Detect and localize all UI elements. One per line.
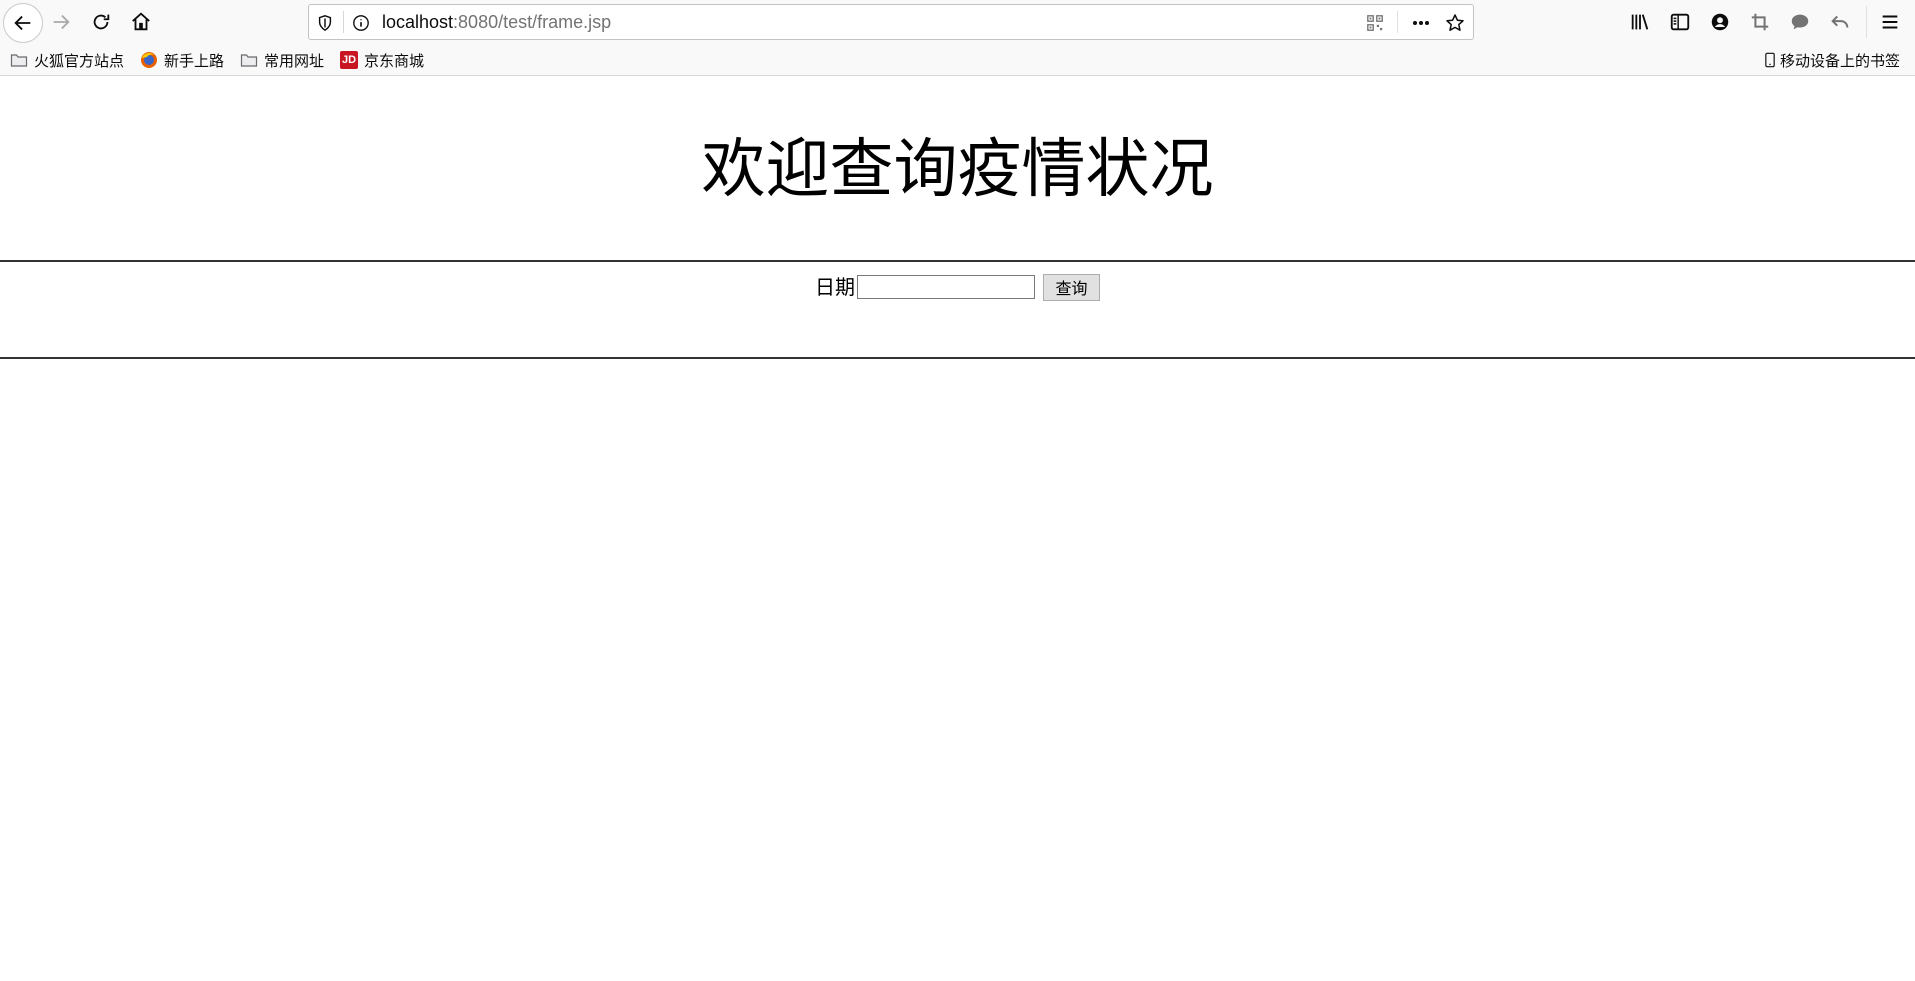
mobile-bookmarks-folder[interactable]: 移动设备上的书签 [1764, 49, 1900, 71]
hamburger-menu-icon[interactable] [1878, 10, 1902, 34]
chat-bubble-icon[interactable] [1788, 10, 1812, 34]
bookmark-label: 新手上路 [164, 52, 225, 70]
browser-toolbar: localhost:8080/test/frame.jsp [0, 0, 1915, 44]
home-icon [132, 12, 150, 31]
bookmark-item[interactable]: 火狐官方站点 [10, 49, 124, 71]
reload-button[interactable] [84, 5, 118, 39]
page-actions-more-icon[interactable] [1411, 13, 1431, 33]
mobile-device-icon [1764, 51, 1776, 69]
date-label: 日期 [815, 275, 855, 299]
url-host: localhost [382, 12, 454, 32]
url-text[interactable]: localhost:8080/test/frame.jsp [382, 12, 611, 32]
bookmarks-toolbar: 火狐官方站点 新手上路 常用网址 JD 京东商城 移动设备上的书签 [0, 44, 1915, 76]
library-icon[interactable] [1628, 10, 1652, 34]
firefox-icon [140, 51, 158, 69]
url-separator [343, 11, 344, 33]
account-icon[interactable] [1708, 10, 1732, 34]
jd-icon-text: JD [341, 54, 357, 66]
back-button[interactable] [3, 3, 43, 43]
folder-icon [10, 51, 28, 69]
url-separator [1397, 11, 1398, 33]
qr-code-icon[interactable] [1365, 13, 1385, 33]
url-bar[interactable]: localhost:8080/test/frame.jsp [308, 4, 1474, 40]
bookmark-label: 火狐官方站点 [34, 52, 125, 70]
bookmark-star-icon[interactable] [1445, 13, 1465, 33]
url-path: :8080/test/frame.jsp [453, 12, 612, 32]
home-button[interactable] [124, 5, 158, 39]
screenshot-crop-icon[interactable] [1748, 10, 1772, 34]
bookmark-item[interactable]: JD 京东商城 [340, 49, 424, 71]
undo-arrow-icon[interactable] [1828, 10, 1852, 34]
forward-button[interactable] [44, 5, 78, 39]
folder-icon [240, 51, 258, 69]
page-title: 欢迎查询疫情状况 [701, 132, 1214, 207]
site-info-icon[interactable] [351, 13, 371, 33]
bookmark-item[interactable]: 常用网址 [240, 49, 324, 71]
query-form: 日期 查询 [0, 273, 1915, 301]
bottom-divider [0, 357, 1915, 359]
tracking-shield-icon[interactable] [315, 13, 335, 33]
bookmark-label: 常用网址 [264, 52, 325, 70]
jd-icon: JD [340, 51, 358, 69]
back-arrow-icon [14, 15, 31, 31]
bookmark-item[interactable]: 新手上路 [140, 49, 224, 71]
toolbar-separator [1866, 6, 1867, 38]
bookmark-label: 京东商城 [364, 52, 425, 70]
query-button[interactable]: 查询 [1043, 273, 1100, 301]
mobile-bookmarks-label: 移动设备上的书签 [1780, 52, 1901, 70]
forward-arrow-icon [53, 14, 70, 30]
date-input[interactable] [857, 275, 1035, 299]
reload-icon [93, 14, 110, 30]
sidebar-icon[interactable] [1668, 10, 1692, 34]
top-divider [0, 260, 1915, 262]
